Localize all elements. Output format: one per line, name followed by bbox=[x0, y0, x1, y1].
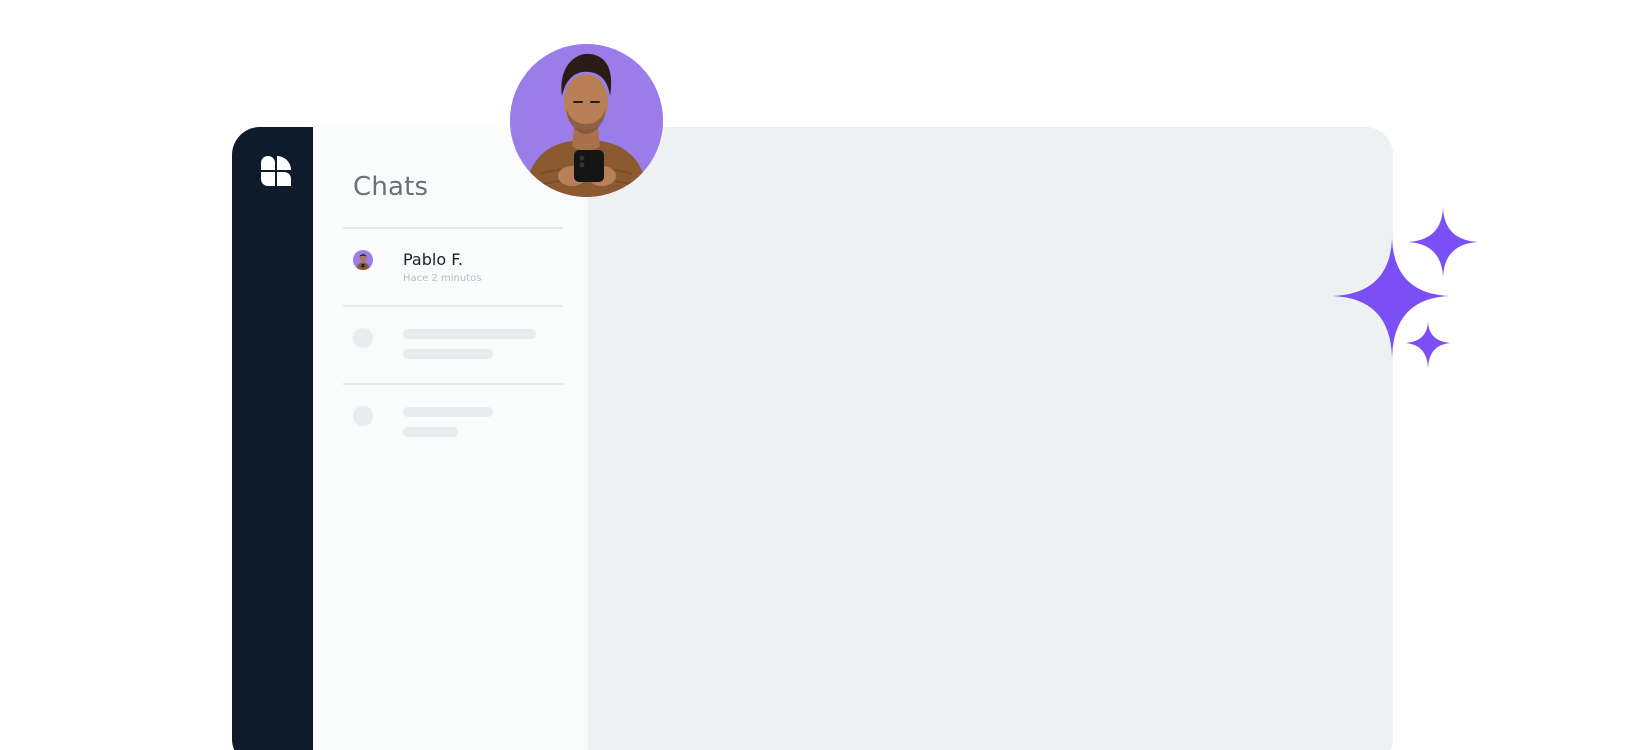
chat-item-timestamp: Hace 2 minutos bbox=[403, 273, 482, 284]
app-sidebar bbox=[232, 127, 313, 750]
skeleton-avatar bbox=[353, 328, 373, 348]
skeleton-avatar bbox=[353, 406, 373, 426]
skeleton-line bbox=[403, 329, 536, 339]
chat-list-panel: Chats Pablo F. Hace 2 minutos bbox=[313, 127, 588, 750]
skeleton-line bbox=[403, 349, 493, 359]
chat-item-pablo[interactable]: Pablo F. Hace 2 minutos bbox=[343, 229, 563, 305]
user-photo-avatar bbox=[510, 44, 663, 197]
app-logo-icon[interactable] bbox=[260, 155, 292, 187]
chat-item-name: Pablo F. bbox=[403, 250, 463, 269]
sparkles-icon bbox=[1332, 207, 1478, 368]
chat-list-title: Chats bbox=[353, 172, 429, 202]
chat-item-placeholder bbox=[343, 307, 563, 383]
skeleton-line bbox=[403, 427, 458, 437]
landing-hero: Chats Pablo F. Hace 2 minutos bbox=[0, 0, 1625, 750]
avatar bbox=[353, 250, 373, 270]
chat-item-placeholder bbox=[343, 385, 563, 461]
conversation-panel bbox=[588, 127, 1393, 750]
skeleton-line bbox=[403, 407, 493, 417]
chat-app-window: Chats Pablo F. Hace 2 minutos bbox=[232, 127, 1393, 750]
